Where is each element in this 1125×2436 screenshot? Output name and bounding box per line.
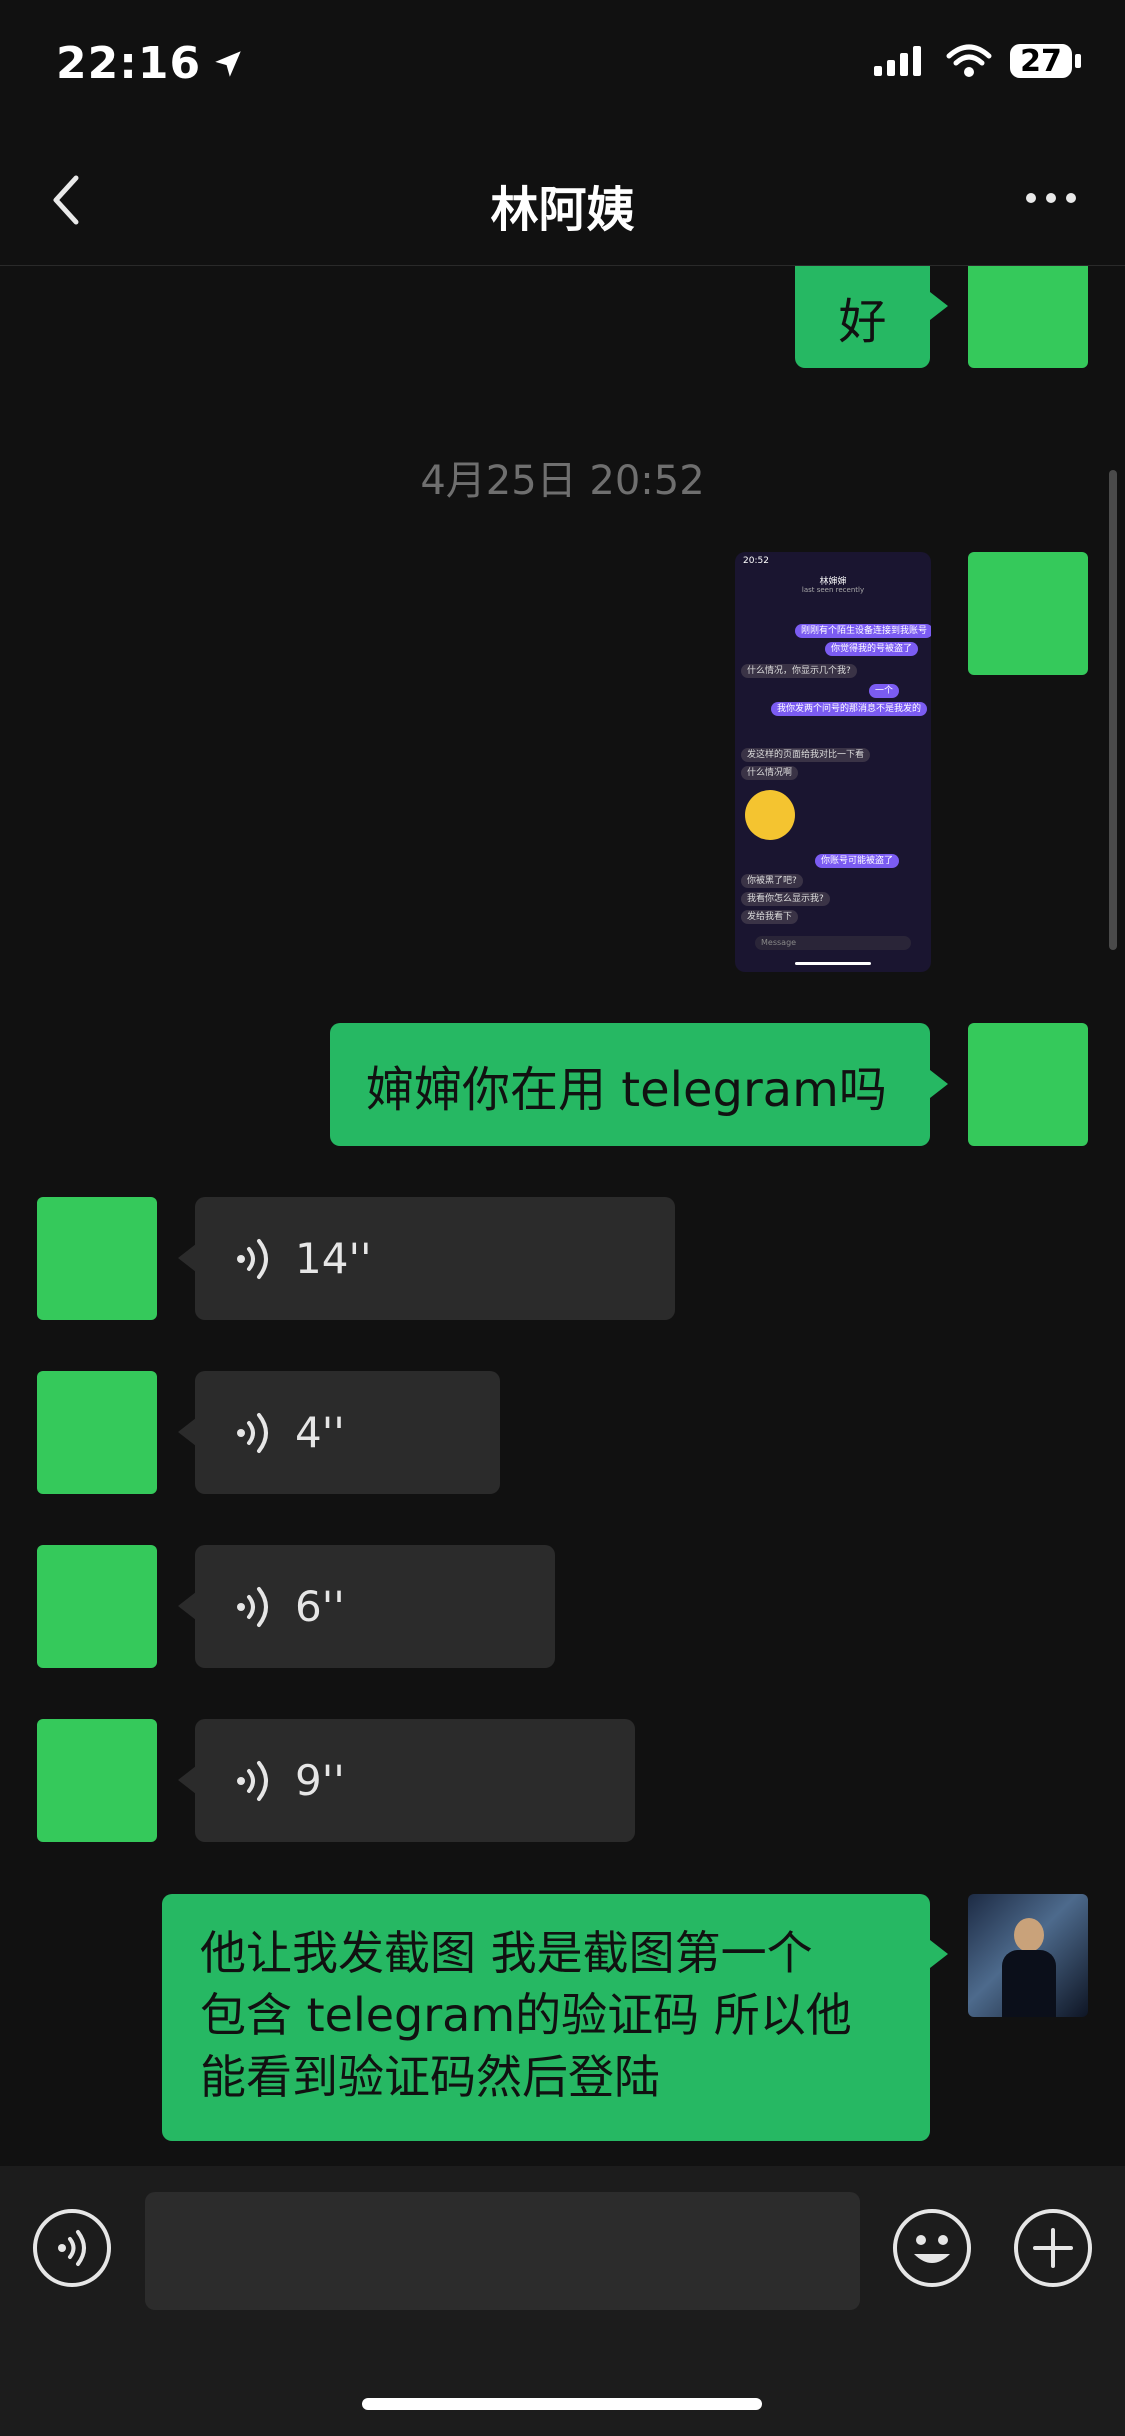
battery-cap — [1075, 54, 1081, 68]
bubble-tail — [930, 1940, 948, 1968]
sent-message-bubble[interactable]: 好 — [795, 266, 930, 368]
location-arrow-icon — [215, 50, 241, 77]
emoji-icon[interactable] — [892, 2208, 972, 2288]
shot-line: 发这样的页面给我对比一下看 — [741, 748, 871, 762]
voice-message-bubble[interactable]: 14'' — [195, 1197, 675, 1320]
chat-title: 林阿姨 — [490, 182, 635, 238]
message-text-line: 包含 telegram的验证码 所以他 — [200, 1988, 852, 2042]
bubble-tail — [178, 1244, 196, 1272]
bubble-tail — [178, 1592, 196, 1620]
voice-wave-icon — [237, 1586, 268, 1627]
avatar-face — [1014, 1918, 1044, 1952]
voice-duration: 9'' — [295, 1756, 345, 1805]
chat-timestamp: 4月25日 20:52 — [420, 458, 705, 504]
bubble-tail — [178, 1418, 196, 1446]
voice-duration: 14'' — [295, 1234, 372, 1283]
shot-line: 我你发两个问号的那消息不是我发的 — [771, 702, 928, 716]
shot-line: 你觉得我的号被盗了 — [825, 642, 919, 656]
sent-message-bubble[interactable]: 婶婶你在用 telegram吗 — [330, 1023, 930, 1146]
message-text: 好 — [838, 294, 887, 350]
status-bar: 22:16 27 — [0, 0, 1125, 130]
status-time: 22:16 — [56, 38, 245, 89]
shot-line: 刚刚有个陌生设备连接到我账号 — [795, 624, 931, 638]
shot-message-input: Message — [755, 936, 911, 950]
voice-wave-icon — [237, 1412, 268, 1453]
shot-line: 你账号可能被盗了 — [815, 854, 900, 868]
my-avatar[interactable] — [968, 552, 1088, 675]
shot-line: 发给我看下 — [741, 910, 799, 924]
contact-avatar[interactable] — [37, 1197, 157, 1320]
voice-message-bubble[interactable]: 9'' — [195, 1719, 635, 1842]
bubble-tail — [178, 1766, 196, 1794]
shot-line: 我看你怎么显示我? — [741, 892, 830, 906]
my-avatar[interactable] — [968, 266, 1088, 368]
thinking-emoji-icon — [745, 790, 795, 840]
shot-subtitle: last seen recently — [801, 586, 865, 594]
my-avatar[interactable] — [968, 1023, 1088, 1146]
message-text-line: 他让我发截图 我是截图第一个 — [200, 1926, 813, 1980]
bubble-tail — [930, 1070, 948, 1098]
voice-wave-icon — [237, 1760, 268, 1801]
message-composer — [0, 2166, 1125, 2436]
shot-home-indicator — [795, 962, 871, 965]
shot-line: 什么情况，你显示几个我? — [741, 664, 857, 678]
sent-message-bubble[interactable]: 他让我发截图 我是截图第一个 包含 telegram的验证码 所以他 能看到验证… — [162, 1894, 930, 2141]
battery-level: 27 — [1010, 44, 1072, 79]
shot-line: 一个 — [869, 684, 900, 698]
avatar-body — [1002, 1950, 1056, 2017]
voice-message-bubble[interactable]: 4'' — [195, 1371, 500, 1494]
home-indicator[interactable] — [362, 2398, 762, 2410]
more-options-icon[interactable] — [1021, 178, 1081, 218]
cellular-signal-icon — [874, 46, 921, 76]
battery-indicator: 27 — [1010, 44, 1081, 79]
voice-wave-icon — [237, 1238, 268, 1279]
voice-input-icon[interactable] — [32, 2208, 112, 2288]
chat-header: 林阿姨 — [0, 130, 1125, 266]
message-text: 婶婶你在用 telegram吗 — [366, 1061, 887, 1118]
shot-line: 你被黑了吧? — [741, 874, 803, 888]
clock-text: 22:16 — [56, 38, 202, 89]
shot-time: 20:52 — [743, 556, 769, 566]
contact-avatar[interactable] — [37, 1719, 157, 1842]
message-text-line: 能看到验证码然后登陆 — [200, 2050, 660, 2104]
scroll-indicator[interactable] — [1109, 470, 1117, 950]
wifi-icon — [946, 44, 992, 77]
screenshot-image-message[interactable]: 20:52 林婶婶 last seen recently 刚刚有个陌生设备连接到… — [735, 552, 931, 972]
contact-avatar[interactable] — [37, 1371, 157, 1494]
voice-duration: 4'' — [295, 1408, 345, 1457]
status-icons: 27 — [874, 44, 1081, 79]
bubble-tail — [930, 292, 948, 320]
plus-add-icon[interactable] — [1013, 2208, 1093, 2288]
contact-avatar[interactable] — [37, 1545, 157, 1668]
voice-message-bubble[interactable]: 6'' — [195, 1545, 555, 1668]
my-profile-photo-avatar[interactable] — [968, 1894, 1088, 2017]
voice-duration: 6'' — [295, 1582, 345, 1631]
message-input[interactable] — [145, 2192, 860, 2310]
shot-line: 什么情况啊 — [741, 766, 799, 780]
